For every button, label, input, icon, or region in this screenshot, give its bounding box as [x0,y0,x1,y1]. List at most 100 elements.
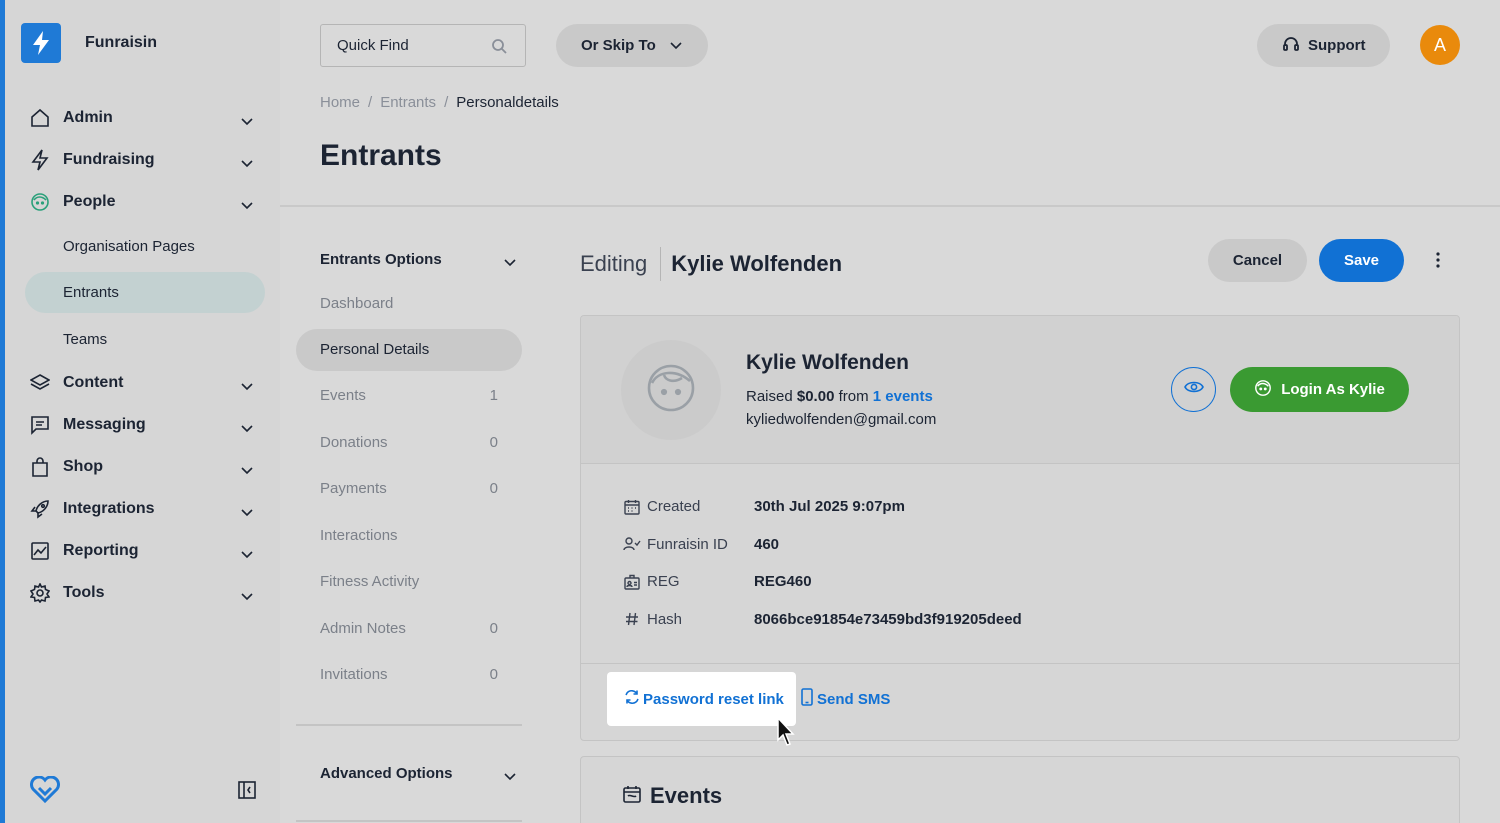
chevron-down-icon [241,197,253,215]
chevron-down-icon [241,462,253,480]
user-check-icon [623,535,641,553]
face-icon [29,191,51,213]
option-label: Events [320,387,366,405]
sidebar-subitem-teams[interactable]: Teams [25,316,265,362]
chevron-down-icon [504,768,516,785]
more-options-icon[interactable] [1428,248,1448,272]
heart-logo-icon[interactable] [29,775,61,809]
headset-icon [1283,36,1299,56]
option-personal-details[interactable]: Personal Details [296,328,522,371]
password-reset-label: Password reset link [643,690,784,708]
send-sms-button[interactable]: Send SMS [801,688,890,710]
support-button[interactable]: Support [1257,24,1390,67]
option-events[interactable]: Events 1 [296,373,522,420]
face-icon [1254,379,1272,401]
option-count: 0 [489,480,498,498]
option-donations[interactable]: Donations 0 [296,419,522,466]
quick-find-input[interactable] [337,37,487,54]
sidebar-item-people[interactable]: People [25,181,265,223]
topbar: Or Skip To Support A [280,0,1500,92]
raised-from: from [838,388,869,405]
option-invitations[interactable]: Invitations 0 [296,652,522,699]
eye-icon [1183,380,1204,399]
detail-key: Created [647,498,701,516]
sidebar-item-fundraising[interactable]: Fundraising [25,139,265,181]
bolt-icon [29,149,51,171]
raised-prefix: Raised [746,388,793,405]
events-link[interactable]: 1 events [873,388,933,405]
sidebar-subitem-organisation-pages[interactable]: Organisation Pages [25,223,265,269]
option-dashboard[interactable]: Dashboard [296,280,522,327]
chevron-down-icon [241,155,253,173]
breadcrumb-current: Personaldetails [456,94,559,111]
breadcrumb-entrants[interactable]: Entrants [380,94,436,111]
breadcrumb-separator: / [368,94,373,111]
skip-to-label: Or Skip To [581,37,656,54]
detail-key: Hash [647,610,683,628]
option-count: 1 [489,387,498,405]
option-count: 0 [489,619,498,637]
view-profile-button[interactable] [1171,367,1216,412]
user-avatar[interactable]: A [1420,25,1460,65]
option-label: Interactions [320,526,398,544]
editing-separator [660,247,662,281]
option-count: 0 [489,433,498,451]
detail-row: Created 30th Jul 2025 9:07pm [623,488,1223,526]
option-label: Donations [320,433,388,451]
advanced-options-heading: Advanced Options [320,764,453,782]
page-title: Entrants [320,139,442,172]
details-list: Created 30th Jul 2025 9:07pm Funraisin I… [623,488,1223,638]
sidebar-item-label: Shop [63,458,103,475]
id-card-icon [623,573,641,591]
chevron-down-icon [241,504,253,522]
sidebar-item-label: Integrations [63,500,155,517]
option-label: Admin Notes [320,619,406,637]
bolt-logo-icon [21,23,61,63]
sidebar-item-reporting[interactable]: Reporting [25,530,265,572]
option-admin-notes[interactable]: Admin Notes 0 [296,605,522,652]
sidebar-item-label: Tools [63,584,105,601]
sidebar-subitem-entrants[interactable]: Entrants [25,272,265,313]
profile-summary: Kylie Wolfenden Raised $0.00 from 1 even… [581,316,1459,464]
sidebar: Funraisin Admin Fundraising People Organ… [0,0,280,823]
profile-raised: Raised $0.00 from 1 events [746,388,933,405]
password-reset-link-button[interactable]: Password reset link [607,672,796,726]
detail-key: Funraisin ID [647,535,728,553]
editing-name: Kylie Wolfenden [671,251,843,276]
skip-to-dropdown[interactable]: Or Skip To [556,24,708,67]
chevron-down-icon [241,378,253,396]
detail-value: 460 [754,535,780,553]
entrants-options-toggle[interactable]: Entrants Options [296,238,522,280]
brand[interactable]: Funraisin [21,23,157,63]
advanced-options-toggle[interactable]: Advanced Options [296,752,522,794]
gear-icon [29,582,51,604]
breadcrumb: Home / Entrants / Personaldetails [320,94,559,111]
detail-row: Hash 8066bce91854e73459bd3f919205deed [623,601,1223,639]
chart-icon [29,540,51,562]
collapse-sidebar-icon[interactable] [238,781,256,804]
sidebar-item-shop[interactable]: Shop [25,446,265,488]
sidebar-item-integrations[interactable]: Integrations [25,488,265,530]
option-interactions[interactable]: Interactions [296,512,522,559]
brand-name: Funraisin [85,34,158,51]
sidebar-item-tools[interactable]: Tools [25,572,265,614]
save-button[interactable]: Save [1319,239,1404,282]
option-label: Fitness Activity [320,573,420,591]
login-as-button[interactable]: Login As Kylie [1230,367,1409,412]
quick-find-box[interactable] [320,24,526,67]
search-icon[interactable] [491,38,507,59]
hash-icon [623,610,641,628]
entrants-options-menu: Entrants Options Dashboard Personal Deta… [296,238,522,698]
cancel-button[interactable]: Cancel [1208,239,1307,282]
option-payments[interactable]: Payments 0 [296,466,522,513]
sidebar-item-content[interactable]: Content [25,362,265,404]
option-fitness-activity[interactable]: Fitness Activity [296,559,522,606]
phone-icon [801,688,813,710]
breadcrumb-home[interactable]: Home [320,94,360,111]
layers-icon [29,372,51,394]
profile-email: kyliedwolfenden@gmail.com [746,411,937,428]
sidebar-item-messaging[interactable]: Messaging [25,404,265,446]
calendar-icon [623,498,641,516]
sidebar-item-admin[interactable]: Admin [25,97,265,139]
message-icon [29,414,51,436]
